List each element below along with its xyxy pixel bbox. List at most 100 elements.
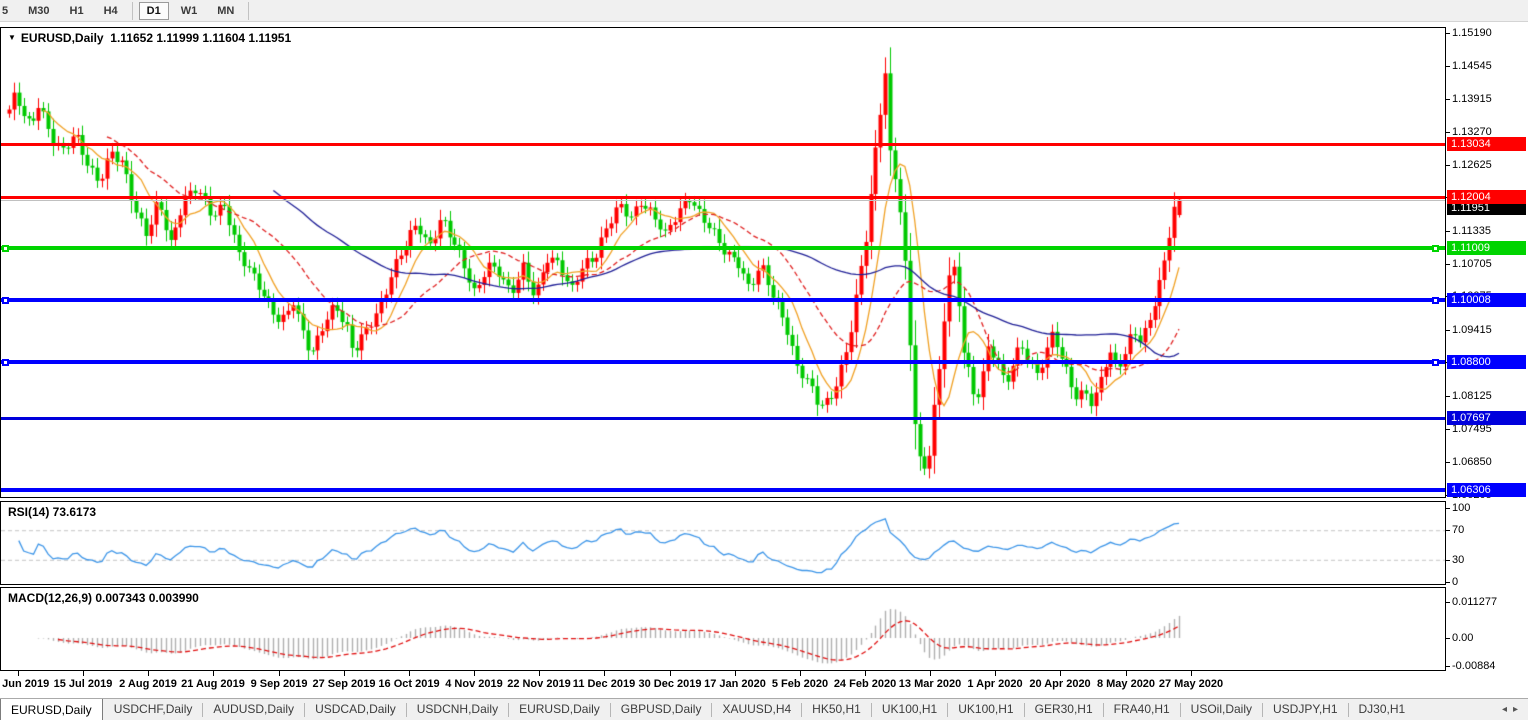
macd-axis-label: 0.00 bbox=[1452, 631, 1473, 645]
macd-indicator-label: MACD(12,26,9) 0.007343 0.003990 bbox=[8, 591, 199, 605]
chevron-down-icon[interactable]: ▼ bbox=[8, 33, 16, 42]
timeframe-button-m30[interactable]: M30 bbox=[20, 2, 57, 20]
price-axis-label: 1.13915 bbox=[1452, 92, 1492, 106]
line-price-tag-1.06306: 1.06306 bbox=[1447, 483, 1526, 497]
symbol-tab-usdcad-daily-3[interactable]: USDCAD,Daily bbox=[305, 699, 406, 720]
price-axis-label: 1.11335 bbox=[1452, 224, 1491, 238]
date-axis-tick bbox=[865, 671, 866, 676]
symbol-tab-xauusd-h4-7[interactable]: XAUUSD,H4 bbox=[712, 699, 801, 720]
date-axis-label: 11 Dec 2019 bbox=[573, 678, 635, 690]
timeframe-button-h4[interactable]: H4 bbox=[96, 2, 126, 20]
rsi-axis-label: 30 bbox=[1452, 553, 1464, 567]
symbol-tab-uk100-h1-9[interactable]: UK100,H1 bbox=[872, 699, 947, 720]
date-axis-tick bbox=[800, 671, 801, 676]
price-axis-label: 1.09415 bbox=[1452, 323, 1492, 337]
chart-title: ▼ EURUSD,Daily 1.11652 1.11999 1.11604 1.… bbox=[8, 31, 291, 45]
horizontal-line-1.07697[interactable] bbox=[1, 417, 1445, 420]
date-axis-tick bbox=[344, 671, 345, 676]
timeframe-button-d1[interactable]: D1 bbox=[139, 2, 169, 20]
line-drag-handle[interactable] bbox=[1432, 297, 1439, 304]
date-axis-tick bbox=[18, 671, 19, 676]
price-axis-tick bbox=[1446, 264, 1450, 265]
line-drag-handle[interactable] bbox=[2, 245, 9, 252]
symbol-tab-usoil-daily-13[interactable]: USOil,Daily bbox=[1181, 699, 1262, 720]
horizontal-line-1.11009[interactable] bbox=[1, 246, 1445, 250]
symbol-tab-eurusd-daily-5[interactable]: EURUSD,Daily bbox=[509, 699, 610, 720]
date-axis-label: 20 Apr 2020 bbox=[1029, 678, 1090, 690]
date-axis-tick bbox=[539, 671, 540, 676]
toolbar-separator bbox=[132, 2, 133, 20]
macd-axis-label: 0.011277 bbox=[1452, 595, 1497, 609]
symbol-tab-bar: EURUSD,DailyUSDCHF,DailyAUDUSD,DailyUSDC… bbox=[0, 698, 1528, 720]
date-axis-label: 2 Aug 2019 bbox=[119, 678, 177, 690]
horizontal-line-1.06306[interactable] bbox=[1, 488, 1445, 492]
date-axis-tick bbox=[930, 671, 931, 676]
rsi-axis-label: 0 bbox=[1452, 575, 1458, 589]
date-axis-tick bbox=[213, 671, 214, 676]
horizontal-line-1.12004[interactable] bbox=[1, 196, 1445, 199]
rsi-axis-tick bbox=[1446, 582, 1450, 583]
price-chart-canvas[interactable] bbox=[1, 28, 1445, 497]
date-axis-tick bbox=[474, 671, 475, 676]
date-axis-label: 16 Oct 2019 bbox=[378, 678, 439, 690]
symbol-tab-gbpusd-daily-6[interactable]: GBPUSD,Daily bbox=[611, 699, 712, 720]
timeframe-button-mn[interactable]: MN bbox=[209, 2, 242, 20]
price-axis-tick bbox=[1446, 231, 1450, 232]
date-axis-label: 30 Dec 2019 bbox=[639, 678, 702, 690]
date-axis-label: 15 Jul 2019 bbox=[54, 678, 113, 690]
symbol-tab-usdchf-daily-1[interactable]: USDCHF,Daily bbox=[104, 699, 203, 720]
price-axis-tick bbox=[1446, 330, 1450, 331]
symbol-tab-fra40-h1-12[interactable]: FRA40,H1 bbox=[1104, 699, 1180, 720]
horizontal-line-1.08800[interactable] bbox=[1, 360, 1445, 364]
line-drag-handle[interactable] bbox=[2, 297, 9, 304]
current-price-line bbox=[1, 200, 1445, 201]
date-axis-label: 24 Feb 2020 bbox=[834, 678, 896, 690]
price-axis-label: 1.12625 bbox=[1452, 158, 1492, 172]
date-axis-tick bbox=[604, 671, 605, 676]
rsi-chart-canvas[interactable] bbox=[1, 502, 1445, 584]
date-axis-label: 8 May 2020 bbox=[1097, 678, 1155, 690]
symbol-tab-usdcnh-daily-4[interactable]: USDCNH,Daily bbox=[407, 699, 508, 720]
symbol-tab-dj30-h1-15[interactable]: DJ30,H1 bbox=[1349, 699, 1416, 720]
macd-chart-canvas[interactable] bbox=[1, 588, 1445, 670]
timeframe-button-h1[interactable]: H1 bbox=[62, 2, 92, 20]
symbol-tab-usdjpy-h1-14[interactable]: USDJPY,H1 bbox=[1263, 699, 1347, 720]
toolbar-separator bbox=[248, 2, 249, 20]
timeframe-toolbar: 5M30 H1H4 D1W1MN bbox=[0, 0, 1528, 22]
tab-scroll-left-icon[interactable]: ◂ bbox=[1502, 704, 1507, 715]
timeframe-button-5[interactable]: 5 bbox=[0, 2, 16, 20]
date-axis-label: 22 Nov 2019 bbox=[507, 678, 571, 690]
price-axis-tick bbox=[1446, 99, 1450, 100]
macd-axis-tick bbox=[1446, 666, 1450, 667]
horizontal-line-1.10008[interactable] bbox=[1, 298, 1445, 302]
tab-scroll-right-icon[interactable]: ▸ bbox=[1513, 704, 1518, 715]
line-drag-handle[interactable] bbox=[1432, 245, 1439, 252]
chart-symbol-label: EURUSD,Daily bbox=[21, 31, 104, 45]
line-price-tag-1.12004: 1.12004 bbox=[1447, 190, 1526, 204]
symbol-tab-uk100-h1-10[interactable]: UK100,H1 bbox=[948, 699, 1023, 720]
symbol-tab-ger30-h1-11[interactable]: GER30,H1 bbox=[1025, 699, 1103, 720]
symbol-tab-audusd-daily-2[interactable]: AUDUSD,Daily bbox=[203, 699, 304, 720]
horizontal-line-1.13034[interactable] bbox=[1, 143, 1445, 146]
line-drag-handle[interactable] bbox=[2, 359, 9, 366]
timeframe-button-w1[interactable]: W1 bbox=[173, 2, 206, 20]
date-axis-tick bbox=[279, 671, 280, 676]
line-drag-handle[interactable] bbox=[1432, 359, 1439, 366]
line-price-tag-1.10008: 1.10008 bbox=[1447, 293, 1526, 307]
symbol-tab-hk50-h1-8[interactable]: HK50,H1 bbox=[802, 699, 871, 720]
rsi-indicator-label: RSI(14) 73.6173 bbox=[8, 505, 96, 519]
date-axis-label: 27 May 2020 bbox=[1159, 678, 1223, 690]
rsi-axis-tick bbox=[1446, 560, 1450, 561]
price-axis-label: 1.06850 bbox=[1452, 455, 1492, 469]
date-axis-label: 21 Aug 2019 bbox=[181, 678, 245, 690]
symbol-tab-eurusd-daily-0[interactable]: EURUSD,Daily bbox=[0, 698, 103, 720]
date-axis-tick bbox=[735, 671, 736, 676]
price-axis-tick bbox=[1446, 429, 1450, 430]
macd-axis-label: -0.00884 bbox=[1452, 659, 1495, 673]
date-axis-label: 27 Sep 2019 bbox=[313, 678, 376, 690]
price-axis-tick bbox=[1446, 132, 1450, 133]
macd-panel bbox=[0, 587, 1446, 671]
date-axis-label: 4 Nov 2019 bbox=[445, 678, 502, 690]
price-axis-label: 1.15190 bbox=[1452, 26, 1492, 40]
chart-ohlc-values: 1.11652 1.11999 1.11604 1.11951 bbox=[110, 31, 291, 45]
